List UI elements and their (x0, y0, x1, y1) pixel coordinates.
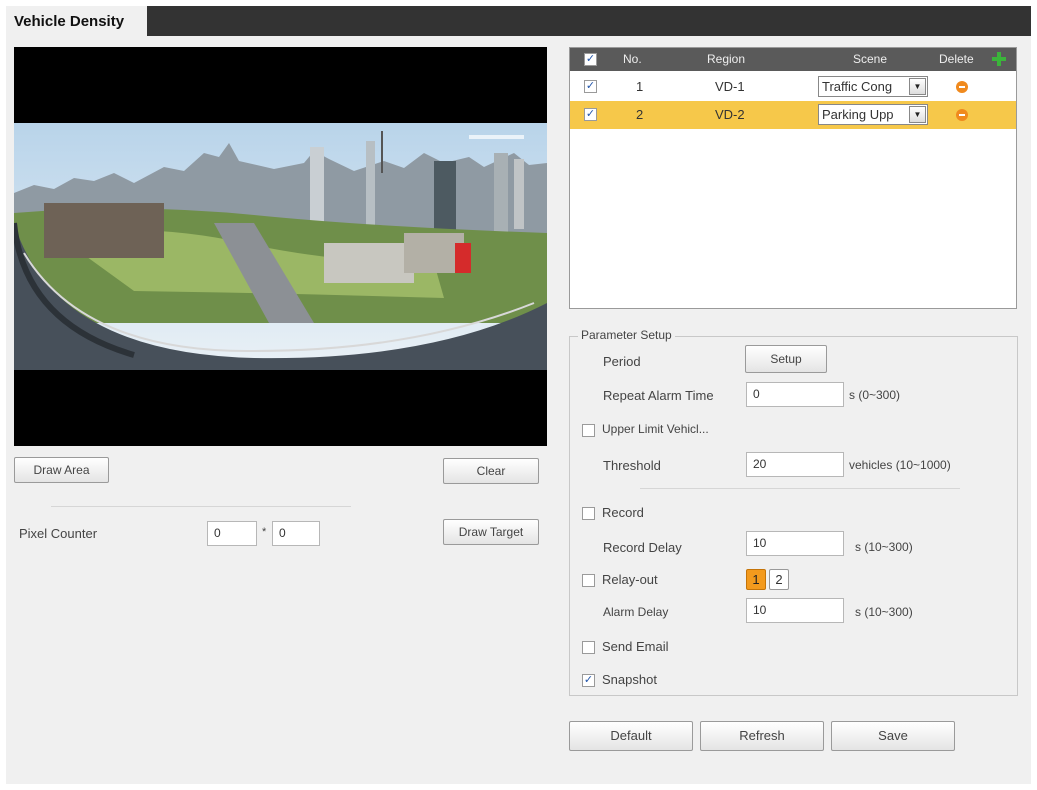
header-scene: Scene (853, 52, 888, 66)
relay-out-label: Relay-out (602, 572, 658, 587)
relay-1-button[interactable]: 1 (746, 569, 766, 590)
scene-select-value: Parking Upp (822, 107, 894, 122)
region-table: ✓ No. Region Scene Delete ✓ 1 VD-1 Traff… (569, 47, 1017, 309)
upper-limit-label: Upper Limit Vehicl... (602, 422, 709, 436)
panorama-image (14, 123, 547, 370)
period-label: Period (603, 354, 641, 369)
pixel-height-field[interactable]: 0 (272, 521, 320, 546)
record-delay-unit: s (10~300) (855, 540, 913, 554)
row-checkbox[interactable]: ✓ (584, 80, 597, 93)
row-no: 2 (636, 107, 644, 122)
refresh-button[interactable]: Refresh (700, 721, 824, 751)
draw-area-button[interactable]: Draw Area (14, 457, 109, 483)
tab-bar: Vehicle Density (6, 6, 1031, 37)
header-region: Region (707, 52, 746, 66)
relay-out-checkbox[interactable] (582, 574, 595, 587)
pixel-separator: * (262, 526, 267, 538)
snapshot-label: Snapshot (602, 672, 657, 687)
alarm-delay-unit: s (10~300) (855, 605, 913, 619)
scene-select-value: Traffic Cong (822, 79, 893, 94)
divider (640, 488, 960, 489)
repeat-alarm-field[interactable]: 0 (746, 382, 844, 407)
repeat-alarm-unit: s (0~300) (849, 388, 901, 402)
add-region-icon[interactable] (992, 52, 1006, 66)
header-no: No. (623, 52, 642, 66)
row-region: VD-1 (715, 79, 745, 94)
alarm-delay-label: Alarm Delay (603, 605, 669, 619)
select-all-checkbox[interactable]: ✓ (584, 53, 597, 66)
divider (51, 506, 351, 507)
record-label: Record (602, 505, 644, 520)
scene-select[interactable]: Parking Upp ▼ (818, 104, 928, 125)
header-delete: Delete (939, 52, 974, 66)
send-email-checkbox[interactable] (582, 641, 595, 654)
clear-button[interactable]: Clear (443, 458, 539, 484)
scene-select[interactable]: Traffic Cong ▼ (818, 76, 928, 97)
pixel-counter-label: Pixel Counter (19, 526, 98, 541)
chevron-down-icon[interactable]: ▼ (909, 106, 926, 123)
threshold-field[interactable]: 20 (746, 452, 844, 477)
draw-target-button[interactable]: Draw Target (443, 519, 539, 545)
delete-icon[interactable] (956, 81, 968, 93)
page: Vehicle Density Draw Area Clear Pixel Co… (6, 6, 1031, 784)
row-no: 1 (636, 79, 644, 94)
record-delay-label: Record Delay (603, 540, 682, 555)
group-title: Parameter Setup (578, 328, 675, 342)
delete-icon[interactable] (956, 109, 968, 121)
record-delay-field[interactable]: 10 (746, 531, 844, 556)
threshold-unit: vehicles (10~1000) (849, 458, 951, 472)
default-button[interactable]: Default (569, 721, 693, 751)
table-header: ✓ No. Region Scene Delete (570, 48, 1016, 71)
setup-button[interactable]: Setup (745, 345, 827, 373)
row-checkbox[interactable]: ✓ (584, 108, 597, 121)
table-row[interactable]: ✓ 1 VD-1 Traffic Cong ▼ (570, 73, 1016, 101)
record-checkbox[interactable] (582, 507, 595, 520)
upper-limit-checkbox[interactable] (582, 424, 595, 437)
table-row[interactable]: ✓ 2 VD-2 Parking Upp ▼ (570, 101, 1016, 129)
alarm-delay-field[interactable]: 10 (746, 598, 844, 623)
parameter-setup-group: Parameter Setup Period Setup Repeat Alar… (569, 328, 1018, 696)
video-preview[interactable] (14, 47, 547, 446)
tab-vehicle-density[interactable]: Vehicle Density (6, 6, 147, 37)
row-region: VD-2 (715, 107, 745, 122)
snapshot-checkbox[interactable]: ✓ (582, 674, 595, 687)
repeat-alarm-label: Repeat Alarm Time (603, 388, 714, 403)
chevron-down-icon[interactable]: ▼ (909, 78, 926, 95)
relay-2-button[interactable]: 2 (769, 569, 789, 590)
pixel-width-field[interactable]: 0 (207, 521, 257, 546)
threshold-label: Threshold (603, 458, 661, 473)
send-email-label: Send Email (602, 639, 669, 654)
save-button[interactable]: Save (831, 721, 955, 751)
